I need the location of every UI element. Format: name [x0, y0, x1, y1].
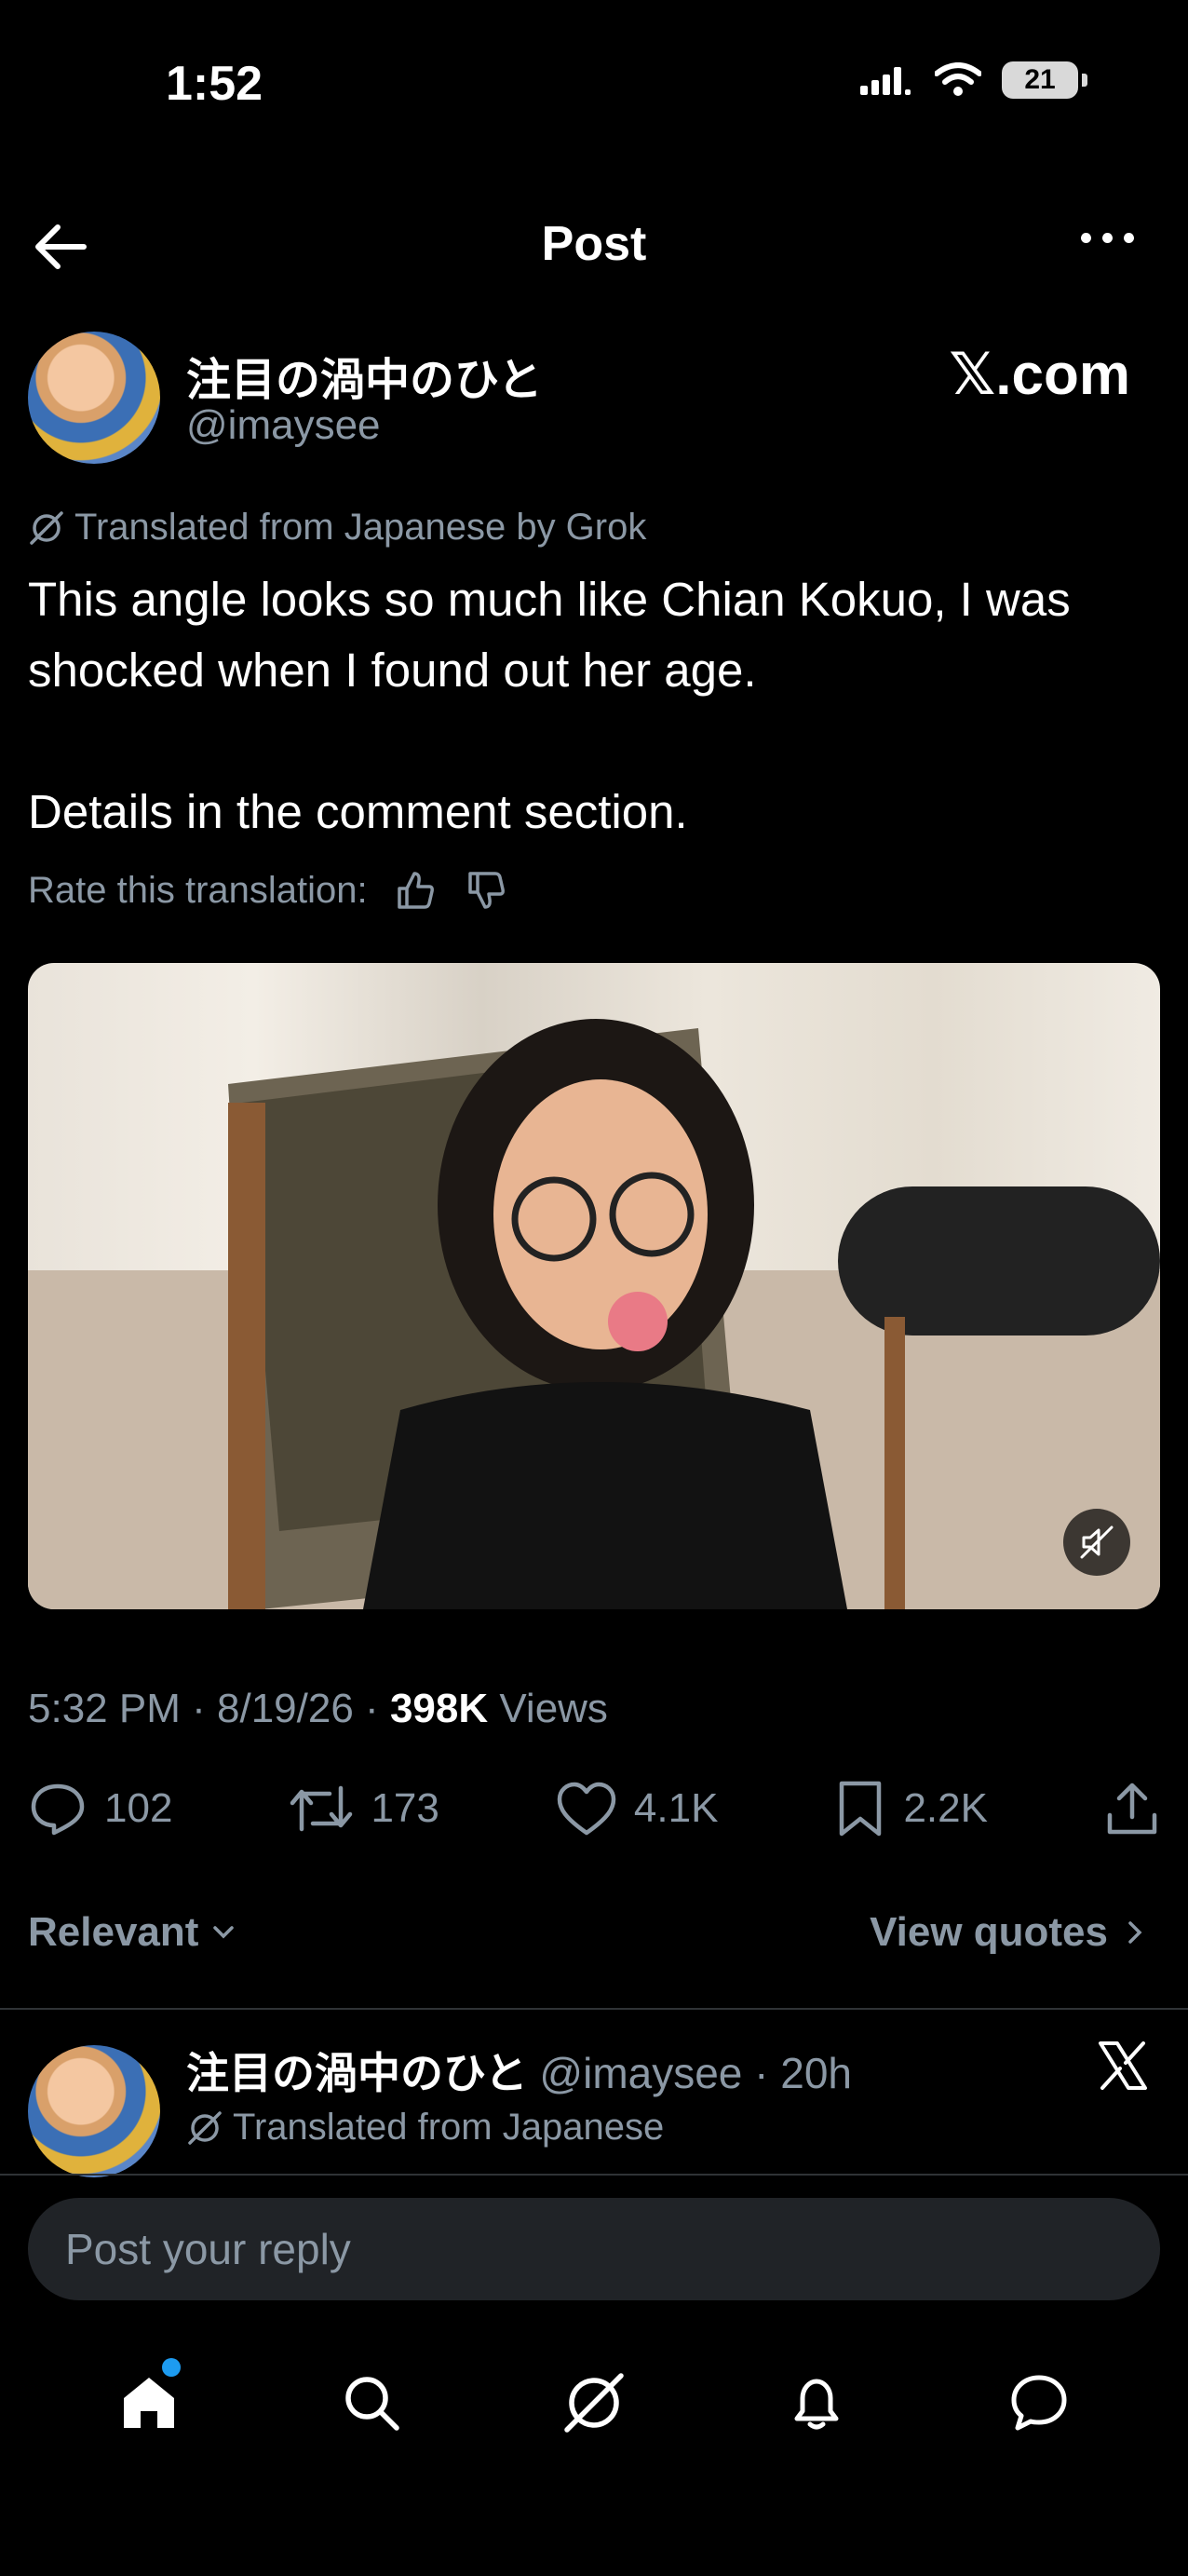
- share-button[interactable]: [1104, 1780, 1160, 1837]
- speaker-muted-icon: [1080, 1525, 1114, 1559]
- author-name[interactable]: 注目の渦中のひと: [186, 343, 543, 408]
- tab-messages[interactable]: [983, 2347, 1095, 2459]
- more-options-button[interactable]: [1081, 233, 1134, 243]
- like-count: 4.1K: [633, 1785, 719, 1831]
- grok-icon: [30, 510, 63, 545]
- reply-header[interactable]: 注目の渦中のひと @imaysee · 20h: [186, 2040, 852, 2101]
- reply-handle-time: @imaysee · 20h: [539, 2049, 853, 2097]
- video-frame: [28, 1019, 1160, 1609]
- sort-relevant-button[interactable]: Relevant: [28, 1909, 237, 1956]
- status-icons: 21: [858, 61, 1087, 99]
- status-time: 1:52: [166, 57, 263, 111]
- notification-dot: [161, 2358, 181, 2377]
- author-handle[interactable]: @imaysee: [186, 402, 381, 449]
- xcom-watermark: 𝕏.com: [949, 343, 1130, 407]
- rate-label: Rate this translation:: [28, 869, 368, 911]
- bookmark-count: 2.2K: [903, 1785, 988, 1831]
- reply-count: 102: [104, 1785, 173, 1831]
- signal-icon: [860, 67, 911, 95]
- reply-input[interactable]: Post your reply: [28, 2198, 1160, 2300]
- share-icon: [1107, 1783, 1157, 1835]
- bookmark-icon: [840, 1781, 882, 1837]
- divider: [0, 2008, 1188, 2010]
- chevron-down-icon: [213, 1926, 235, 1939]
- view-quotes-label: View quotes: [870, 1909, 1108, 1955]
- chevron-right-icon: [1128, 1921, 1142, 1944]
- post-meta: 5:32 PM · 8/19/26 · 398K Views: [28, 1686, 608, 1732]
- tab-search[interactable]: [316, 2347, 427, 2459]
- divider: [0, 2174, 1188, 2176]
- tab-grok[interactable]: [538, 2347, 650, 2459]
- mute-button[interactable]: [1063, 1509, 1130, 1576]
- thumbs-up-icon[interactable]: [394, 868, 439, 913]
- chat-bubble-icon: [1011, 2375, 1067, 2431]
- post-date: 8/19/26: [217, 1686, 354, 1731]
- translated-text: Translated from Japanese by Grok: [74, 507, 647, 548]
- reply-translated-label: Translated from Japanese: [186, 2107, 664, 2149]
- post-text: This angle looks so much like Chian Koku…: [28, 573, 1071, 838]
- grok-icon: [564, 2373, 624, 2433]
- search-icon: [345, 2377, 399, 2431]
- sort-label: Relevant: [28, 1909, 199, 1955]
- reply-icon: [31, 1783, 85, 1836]
- translated-label: Translated from Japanese by Grok: [28, 507, 646, 549]
- repost-icon: [290, 1785, 353, 1832]
- avatar[interactable]: [28, 332, 160, 464]
- post-time: 5:32 PM: [28, 1686, 181, 1731]
- views-count: 398K: [389, 1686, 489, 1731]
- repost-count: 173: [371, 1785, 439, 1831]
- battery-tip: [1082, 74, 1087, 87]
- separator: ·: [365, 1686, 379, 1731]
- separator: ·: [192, 1686, 206, 1731]
- tab-home[interactable]: [93, 2347, 205, 2459]
- view-quotes-link[interactable]: View quotes: [870, 1909, 1149, 1956]
- home-icon: [123, 2378, 174, 2428]
- repost-button[interactable]: 173: [289, 1779, 439, 1838]
- battery-icon: 21: [1002, 61, 1078, 99]
- tab-notifications[interactable]: [761, 2347, 872, 2459]
- bell-icon: [794, 2379, 839, 2430]
- x-logo-icon: [1095, 2038, 1151, 2098]
- more-dot-icon: [1081, 233, 1091, 243]
- more-dot-icon: [1124, 233, 1134, 243]
- grok-icon: [188, 2110, 222, 2145]
- more-dot-icon: [1102, 233, 1113, 243]
- like-button[interactable]: 4.1K: [556, 1781, 719, 1837]
- reply-translated-text: Translated from Japanese: [233, 2107, 665, 2148]
- rate-translation: Rate this translation:: [28, 868, 509, 913]
- action-bar: 102 173 4.1K 2.2K: [28, 1779, 1160, 1838]
- bottom-tab-bar: [0, 2347, 1188, 2459]
- bookmark-button[interactable]: 2.2K: [834, 1780, 988, 1837]
- post-video[interactable]: [28, 963, 1160, 1609]
- reply-author-name: 注目の渦中のひと: [186, 2048, 528, 2098]
- views-label: Views: [499, 1686, 608, 1731]
- heart-icon: [557, 1782, 616, 1836]
- reply-button[interactable]: 102: [28, 1779, 172, 1838]
- reply-avatar[interactable]: [28, 2045, 160, 2177]
- thumbs-down-icon[interactable]: [465, 868, 509, 913]
- wifi-icon: [935, 62, 981, 96]
- page-title: Post: [541, 217, 647, 271]
